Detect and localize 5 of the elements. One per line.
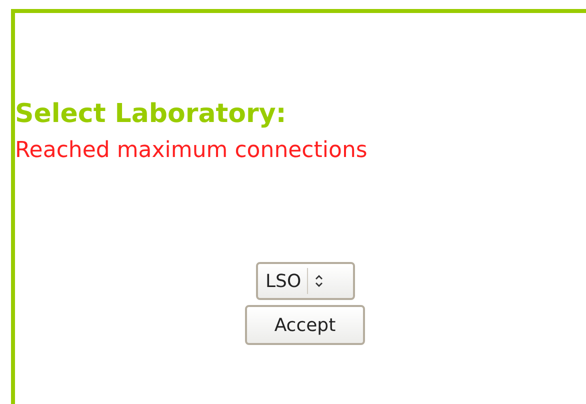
heading: Select Laboratory: xyxy=(15,98,288,131)
error-message: Reached maximum connections xyxy=(15,137,368,165)
updown-icon xyxy=(314,274,324,288)
laboratory-select[interactable]: LSO xyxy=(256,262,354,300)
accept-button[interactable]: Accept xyxy=(245,305,365,345)
